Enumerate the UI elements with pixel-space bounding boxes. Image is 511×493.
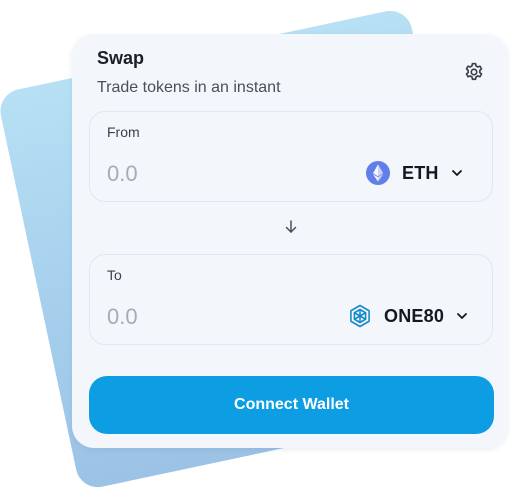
chevron-down-icon xyxy=(457,313,467,319)
from-token-selector[interactable]: ETH xyxy=(366,159,463,187)
swap-subtitle: Trade tokens in an instant xyxy=(97,79,281,96)
to-token-selector[interactable]: ONE80 xyxy=(348,302,468,330)
ethereum-icon xyxy=(366,161,390,185)
swap-card: Swap Trade tokens in an instant From ETH xyxy=(72,34,508,448)
from-panel: From ETH xyxy=(89,111,493,202)
one80-icon xyxy=(350,304,370,328)
to-token-symbol: ONE80 xyxy=(384,305,445,326)
arrow-down-icon[interactable] xyxy=(283,219,299,235)
swap-title: Swap xyxy=(97,48,145,68)
from-amount-input[interactable] xyxy=(107,160,287,188)
gear-icon[interactable] xyxy=(463,61,485,83)
connect-wallet-button[interactable]: Connect Wallet xyxy=(89,376,494,434)
to-label: To xyxy=(107,267,122,283)
chevron-down-icon xyxy=(451,170,462,176)
from-token-symbol: ETH xyxy=(402,162,439,183)
from-label: From xyxy=(107,124,140,140)
to-amount-input[interactable] xyxy=(107,303,287,331)
to-panel: To ONE80 xyxy=(89,254,493,345)
swap-widget-stage: Swap Trade tokens in an instant From ETH xyxy=(0,0,511,493)
